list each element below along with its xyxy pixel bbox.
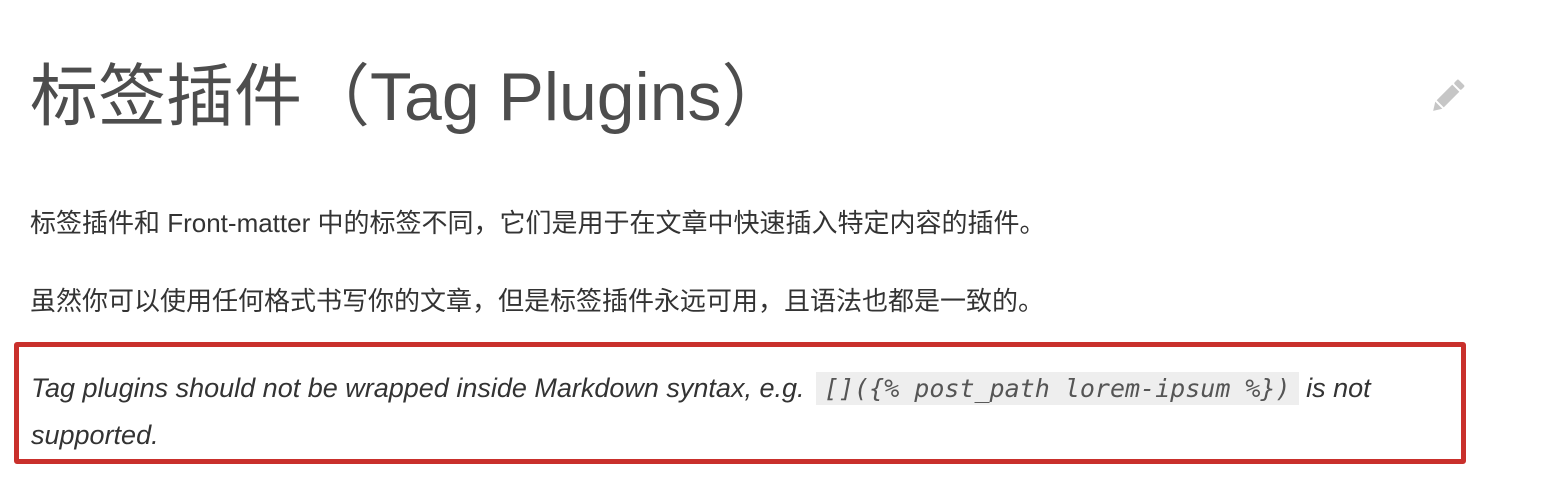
syntax-paragraph: 虽然你可以使用任何格式书写你的文章，但是标签插件永远可用，且语法也都是一致的。 [30,286,1045,316]
page-header: 标签插件（Tag Plugins） [30,52,1490,152]
edit-page-button[interactable] [1426,74,1470,118]
note-text-before: Tag plugins should not be wrapped inside… [31,373,812,403]
pencil-icon [1433,79,1465,111]
note-text: Tag plugins should not be wrapped inside… [31,365,1461,459]
intro-paragraph: 标签插件和 Front-matter 中的标签不同，它们是用于在文章中快速插入特… [30,208,1046,238]
note-code: []({% post_path lorem-ipsum %}) [815,372,1299,405]
warning-note: Tag plugins should not be wrapped inside… [14,342,1466,464]
page-title: 标签插件（Tag Plugins） [30,59,790,135]
